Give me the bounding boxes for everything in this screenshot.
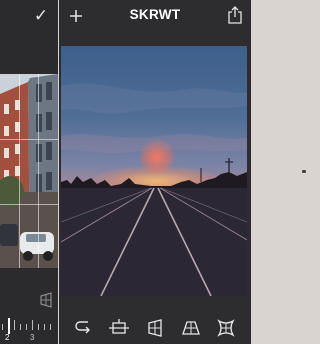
rotate-icon[interactable] (73, 318, 95, 338)
previous-screen: ✓ 2 3 (0, 0, 58, 344)
railroad-scene (61, 83, 247, 296)
background-mark (302, 170, 306, 173)
ruler-label: 2 (5, 333, 10, 342)
confirm-check-icon[interactable]: ✓ (30, 5, 52, 27)
plus-icon (70, 10, 82, 22)
app-title: SKRWT (129, 7, 181, 22)
main-screen: SKRWT (59, 0, 251, 344)
share-icon[interactable] (227, 6, 243, 24)
vertical-perspective-icon[interactable] (144, 318, 166, 338)
lens-distortion-icon[interactable] (215, 318, 237, 338)
add-photo-button[interactable] (65, 5, 87, 27)
adjustment-ruler[interactable]: 2 3 (0, 312, 58, 344)
crop-level-icon[interactable] (108, 318, 130, 338)
left-photo-preview (0, 74, 58, 268)
ruler-label: 3 (30, 333, 35, 342)
perspective-icon[interactable] (38, 292, 54, 308)
photo-canvas[interactable] (61, 46, 247, 296)
top-bar: SKRWT (59, 0, 251, 32)
building-photo (0, 74, 58, 268)
horizontal-perspective-icon[interactable] (180, 318, 202, 338)
ruler-marker[interactable] (8, 318, 10, 334)
left-topbar: ✓ (0, 0, 58, 32)
bottom-toolbar (59, 312, 251, 344)
